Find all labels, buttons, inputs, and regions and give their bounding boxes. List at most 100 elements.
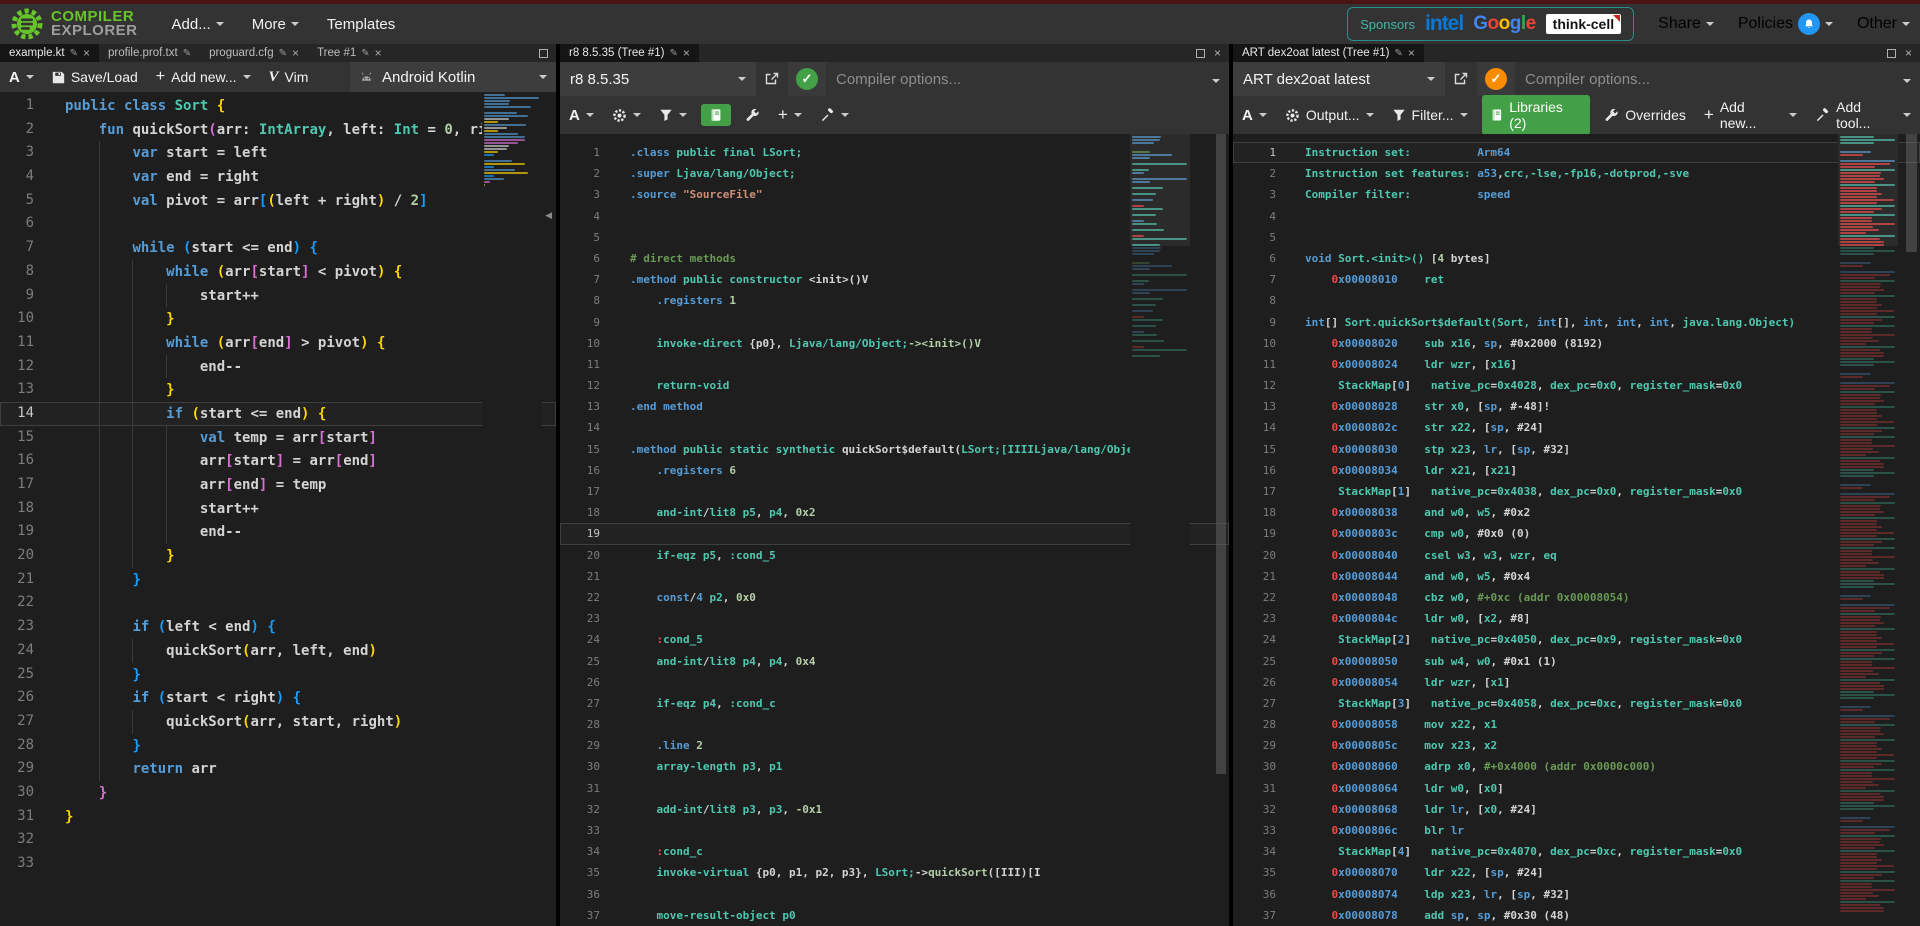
- intel-logo[interactable]: intel: [1425, 12, 1464, 36]
- code-line[interactable]: 11 0x00008024 ldr wzr, [x16]: [1233, 354, 1920, 375]
- output-options-button[interactable]: Output...: [1276, 96, 1383, 134]
- line-number[interactable]: 32: [1233, 799, 1276, 820]
- rename-icon[interactable]: ✎: [279, 48, 287, 59]
- code-line[interactable]: 5 val pivot = arr[(left + right) / 2]: [0, 188, 556, 213]
- close-icon[interactable]: ×: [83, 47, 90, 59]
- vertical-scrollbar[interactable]: [1905, 134, 1918, 926]
- close-icon[interactable]: ×: [292, 47, 299, 59]
- line-number[interactable]: 13: [0, 378, 34, 402]
- maximize-pane-icon[interactable]: [1886, 48, 1896, 58]
- line-number[interactable]: 24: [1233, 629, 1276, 650]
- code-line[interactable]: 1 .class public final LSort;: [560, 142, 1229, 163]
- code-line[interactable]: 5: [1233, 227, 1920, 248]
- line-number[interactable]: 26: [560, 672, 600, 693]
- overrides-button[interactable]: [736, 96, 769, 134]
- code-line[interactable]: 21: [560, 566, 1229, 587]
- code-line[interactable]: 26: [560, 672, 1229, 693]
- minimap[interactable]: [482, 92, 542, 926]
- line-number[interactable]: 37: [1233, 905, 1276, 926]
- line-number[interactable]: 14: [1233, 417, 1276, 438]
- line-number[interactable]: 28: [1233, 714, 1276, 735]
- code-line[interactable]: 14: [560, 417, 1229, 438]
- code-line[interactable]: 31: [560, 778, 1229, 799]
- art-output-editor[interactable]: 1 Instruction set: Arm64 2 Instruction set …: [1233, 134, 1920, 926]
- line-number[interactable]: 29: [1233, 735, 1276, 756]
- code-line[interactable]: 15 .method public static synthetic quickS…: [560, 439, 1229, 460]
- vim-toggle-button[interactable]: V Vim: [260, 62, 318, 92]
- line-number[interactable]: 14: [0, 402, 34, 426]
- line-number[interactable]: 16: [560, 460, 600, 481]
- line-number[interactable]: 17: [1233, 481, 1276, 502]
- code-line[interactable]: 12 end--: [0, 354, 556, 379]
- line-number[interactable]: 35: [560, 862, 600, 883]
- line-number[interactable]: 8: [1233, 290, 1276, 311]
- code-line[interactable]: 15 val temp = arr[start]: [0, 425, 556, 450]
- line-number[interactable]: 11: [1233, 354, 1276, 375]
- scrollbar-thumb[interactable]: [1906, 134, 1917, 252]
- compiler-options-input[interactable]: [826, 62, 1203, 96]
- line-number[interactable]: 19: [560, 523, 600, 544]
- source-code-editor[interactable]: 1 public class Sort {2 fun quickSort(arr:…: [0, 92, 556, 926]
- code-line[interactable]: 26 0x00008054 ldr wzr, [x1]: [1233, 672, 1920, 693]
- menu-policies[interactable]: Policies: [1738, 13, 1833, 35]
- line-number[interactable]: 9: [0, 284, 34, 308]
- code-line[interactable]: 7 while (start <= end) {: [0, 236, 556, 260]
- line-number[interactable]: 21: [1233, 566, 1276, 587]
- code-line[interactable]: 3 .source "SourceFile": [560, 184, 1229, 205]
- code-line[interactable]: 8: [1233, 290, 1920, 311]
- line-number[interactable]: 11: [560, 354, 600, 375]
- line-number[interactable]: 2: [1233, 163, 1276, 184]
- code-line[interactable]: 36 0x00008074 ldp x23, lr, [sp, #32]: [1233, 884, 1920, 905]
- code-line[interactable]: 20 0x00008040 csel w3, w3, wzr, eq: [1233, 545, 1920, 566]
- code-line[interactable]: 22 0x00008048 cbz w0, #+0xc (addr 0x0000…: [1233, 587, 1920, 608]
- code-line[interactable]: 21 }: [0, 567, 556, 592]
- line-number[interactable]: 11: [0, 331, 34, 355]
- code-line[interactable]: 23 0x0000804c ldr w0, [x2, #8]: [1233, 608, 1920, 629]
- save-load-button[interactable]: Save/Load: [43, 62, 147, 92]
- line-number[interactable]: 28: [560, 714, 600, 735]
- line-number[interactable]: 6: [560, 248, 600, 269]
- code-line[interactable]: 35 0x00008070 ldr x22, [sp, #24]: [1233, 862, 1920, 883]
- add-new-button[interactable]: +: [769, 96, 811, 134]
- code-line[interactable]: 6 # direct methods: [560, 248, 1229, 269]
- code-line[interactable]: 25 0x00008050 sub w4, w0, #0x1 (1): [1233, 651, 1920, 672]
- code-line[interactable]: 33: [560, 820, 1229, 841]
- line-number[interactable]: 22: [1233, 587, 1276, 608]
- tab-profile-prof-txt[interactable]: profile.prof.txt ✎: [99, 44, 200, 62]
- line-number[interactable]: 31: [560, 778, 600, 799]
- tab-art-dex2oat[interactable]: ART dex2oat latest (Tree #1) ✎ ×: [1233, 44, 1424, 62]
- line-number[interactable]: 29: [0, 757, 34, 781]
- line-number[interactable]: 6: [0, 212, 34, 236]
- code-line[interactable]: 28: [560, 714, 1229, 735]
- tab-proguard-cfg[interactable]: proguard.cfg ✎ ×: [200, 44, 308, 62]
- line-number[interactable]: 25: [560, 651, 600, 672]
- line-number[interactable]: 5: [560, 227, 600, 248]
- maximize-pane-icon[interactable]: [539, 48, 548, 58]
- code-line[interactable]: 7 0x00008010 ret: [1233, 269, 1920, 290]
- code-line[interactable]: 2 .super Ljava/lang/Object;: [560, 163, 1229, 184]
- line-number[interactable]: 15: [0, 426, 34, 450]
- code-line[interactable]: 27 if-eqz p4, :cond_c: [560, 693, 1229, 714]
- code-line[interactable]: 9 int[] Sort.quickSort$default(Sort, int[…: [1233, 312, 1920, 333]
- line-number[interactable]: 6: [1233, 248, 1276, 269]
- minimap-slider[interactable]: [1838, 134, 1898, 246]
- code-line[interactable]: 13 0x00008028 str x0, [sp, #-48]!: [1233, 396, 1920, 417]
- line-number[interactable]: 27: [1233, 693, 1276, 714]
- code-line[interactable]: 30 }: [0, 781, 556, 805]
- code-line[interactable]: 2 fun quickSort(arr: IntArray, left: Int…: [0, 118, 556, 142]
- code-line[interactable]: 20 if-eqz p5, :cond_5: [560, 545, 1229, 566]
- line-number[interactable]: 23: [560, 608, 600, 629]
- code-line[interactable]: 22: [0, 591, 556, 616]
- code-line[interactable]: 16 0x00008034 ldr x21, [x21]: [1233, 460, 1920, 481]
- line-number[interactable]: 19: [0, 520, 34, 544]
- rename-icon[interactable]: ✎: [1394, 48, 1402, 59]
- code-line[interactable]: 37 move-result-object p0: [560, 905, 1229, 926]
- close-icon[interactable]: ×: [375, 47, 382, 59]
- code-line[interactable]: 34 :cond_c: [560, 841, 1229, 862]
- line-number[interactable]: 30: [560, 756, 600, 777]
- line-number[interactable]: 30: [0, 781, 34, 805]
- menu-other[interactable]: Other: [1857, 15, 1910, 33]
- rename-icon[interactable]: ✎: [361, 48, 369, 59]
- code-line[interactable]: 23 if (left < end) {: [0, 615, 556, 639]
- line-number[interactable]: 17: [0, 473, 34, 497]
